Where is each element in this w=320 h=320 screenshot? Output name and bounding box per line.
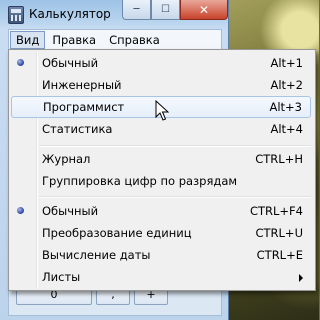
menu-item-scientific[interactable]: Инженерный Alt+2 <box>11 74 311 96</box>
menu-bar: Вид Правка Справка <box>8 29 222 51</box>
menu-item-basic[interactable]: Обычный CTRL+F4 <box>11 200 311 222</box>
window-title: Калькулятор <box>29 7 111 21</box>
radio-bullet-icon <box>17 59 24 66</box>
menu-item-shortcut: Alt+1 <box>270 56 303 70</box>
mouse-cursor-icon <box>155 100 169 121</box>
menu-item-label: Вычисление даты <box>42 248 151 262</box>
menu-item-shortcut: CTRL+E <box>256 248 303 262</box>
menu-item-label: Преобразование единиц <box>42 226 192 240</box>
menu-item-worksheets[interactable]: Листы <box>11 266 311 288</box>
menu-item-label: Журнал <box>42 152 91 166</box>
maximize-icon: ☐ <box>161 4 170 15</box>
menu-separator <box>39 196 311 198</box>
close-button[interactable]: ✕ <box>180 0 228 20</box>
menu-item-label: Обычный <box>42 204 99 218</box>
menu-item-history[interactable]: Журнал CTRL+H <box>11 148 311 170</box>
menu-item-standard[interactable]: Обычный Alt+1 <box>11 52 311 74</box>
menu-item-shortcut: Alt+2 <box>270 78 303 92</box>
menu-item-label: Статистика <box>42 122 113 136</box>
menu-item-shortcut: Alt+4 <box>270 122 303 136</box>
menu-item-label: Группировка цифр по разрядам <box>42 174 238 188</box>
maximize-button[interactable]: ☐ <box>151 0 180 20</box>
caption-buttons: ─ ☐ ✕ <box>122 0 228 20</box>
radio-bullet-icon <box>17 207 24 214</box>
menu-item-label: Обычный <box>42 56 99 70</box>
calculator-app-icon <box>8 6 24 24</box>
menu-item-label: Инженерный <box>42 78 122 92</box>
menu-item-unit-conversion[interactable]: Преобразование единиц CTRL+U <box>11 222 311 244</box>
menu-item-label: Листы <box>42 270 81 284</box>
menu-item-shortcut: CTRL+H <box>255 152 303 166</box>
menu-view[interactable]: Вид <box>10 31 46 49</box>
menu-edit[interactable]: Правка <box>46 31 102 49</box>
minimize-button[interactable]: ─ <box>122 0 151 20</box>
close-icon: ✕ <box>198 2 210 17</box>
menu-item-digit-grouping[interactable]: Группировка цифр по разрядам <box>11 170 311 192</box>
menu-item-shortcut: Alt+3 <box>269 100 302 114</box>
title-bar[interactable]: Калькулятор ─ ☐ ✕ <box>0 0 228 28</box>
menu-item-date-calculation[interactable]: Вычисление даты CTRL+E <box>11 244 311 266</box>
view-menu-dropdown: Обычный Alt+1 Инженерный Alt+2 Программи… <box>8 49 316 291</box>
menu-item-shortcut: CTRL+U <box>255 226 303 240</box>
menu-item-shortcut: CTRL+F4 <box>249 204 303 218</box>
submenu-arrow-icon <box>299 274 303 282</box>
menu-separator <box>39 145 311 147</box>
menu-item-label: Программист <box>43 100 125 114</box>
menu-help[interactable]: Справка <box>103 31 166 49</box>
minimize-icon: ─ <box>133 4 140 15</box>
